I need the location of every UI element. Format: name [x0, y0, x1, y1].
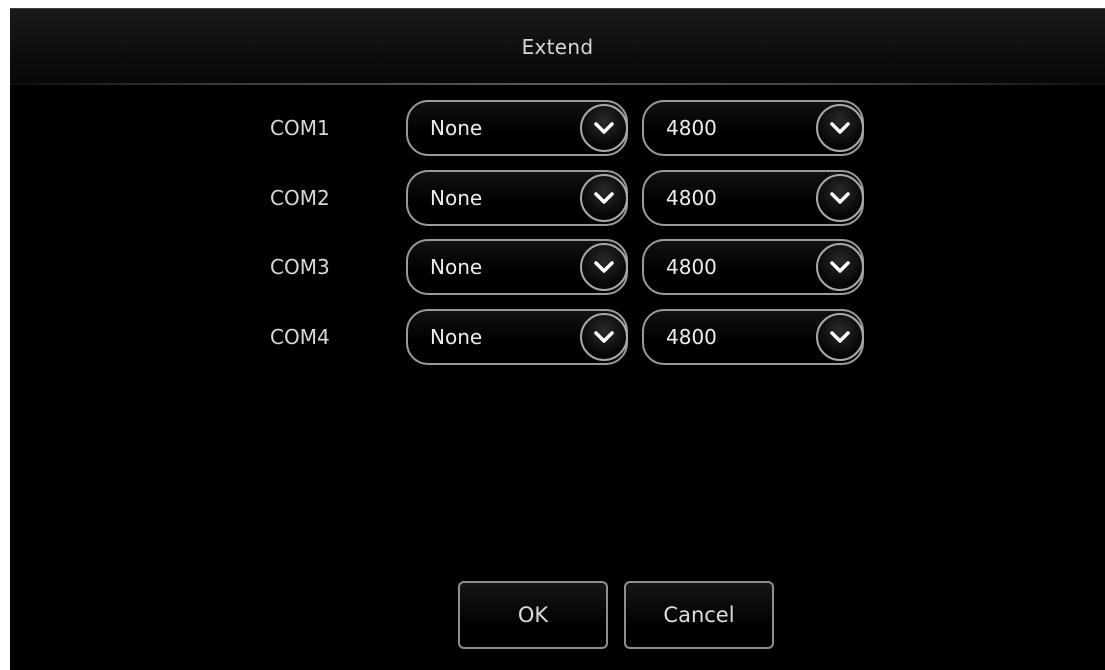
title-divider	[10, 83, 1105, 85]
chevron-down-icon[interactable]	[580, 104, 628, 152]
chevron-down-icon[interactable]	[816, 174, 864, 222]
dialog-title: Extend	[521, 35, 594, 59]
baud-rate-value: 4800	[666, 325, 717, 349]
title-bar: Extend	[10, 9, 1105, 83]
chevron-down-icon[interactable]	[580, 174, 628, 222]
baud-rate-select[interactable]: 4800	[642, 170, 864, 226]
protocol-select[interactable]: None	[406, 309, 628, 365]
cancel-button[interactable]: Cancel	[624, 581, 774, 649]
chevron-down-icon[interactable]	[580, 243, 628, 291]
ok-button[interactable]: OK	[458, 581, 608, 649]
protocol-select[interactable]: None	[406, 100, 628, 156]
protocol-value: None	[430, 116, 483, 140]
port-row-com1: COM1 None 4800	[10, 100, 1105, 158]
chevron-down-icon[interactable]	[816, 313, 864, 361]
protocol-select[interactable]: None	[406, 239, 628, 295]
port-label: COM2	[270, 186, 330, 210]
baud-rate-value: 4800	[666, 255, 717, 279]
extend-dialog: Extend COM1 None 4800 COM2 None 4800 COM…	[10, 8, 1105, 670]
port-row-com2: COM2 None 4800	[10, 170, 1105, 228]
port-row-com3: COM3 None 4800	[10, 239, 1105, 297]
baud-rate-value: 4800	[666, 116, 717, 140]
baud-rate-select[interactable]: 4800	[642, 309, 864, 365]
chevron-down-icon[interactable]	[816, 243, 864, 291]
chevron-down-icon[interactable]	[816, 104, 864, 152]
baud-rate-value: 4800	[666, 186, 717, 210]
port-row-com4: COM4 None 4800	[10, 309, 1105, 367]
protocol-value: None	[430, 255, 483, 279]
baud-rate-select[interactable]: 4800	[642, 100, 864, 156]
port-label: COM3	[270, 255, 330, 279]
protocol-value: None	[430, 186, 483, 210]
protocol-select[interactable]: None	[406, 170, 628, 226]
baud-rate-select[interactable]: 4800	[642, 239, 864, 295]
chevron-down-icon[interactable]	[580, 313, 628, 361]
port-label: COM4	[270, 325, 330, 349]
port-label: COM1	[270, 116, 330, 140]
protocol-value: None	[430, 325, 483, 349]
